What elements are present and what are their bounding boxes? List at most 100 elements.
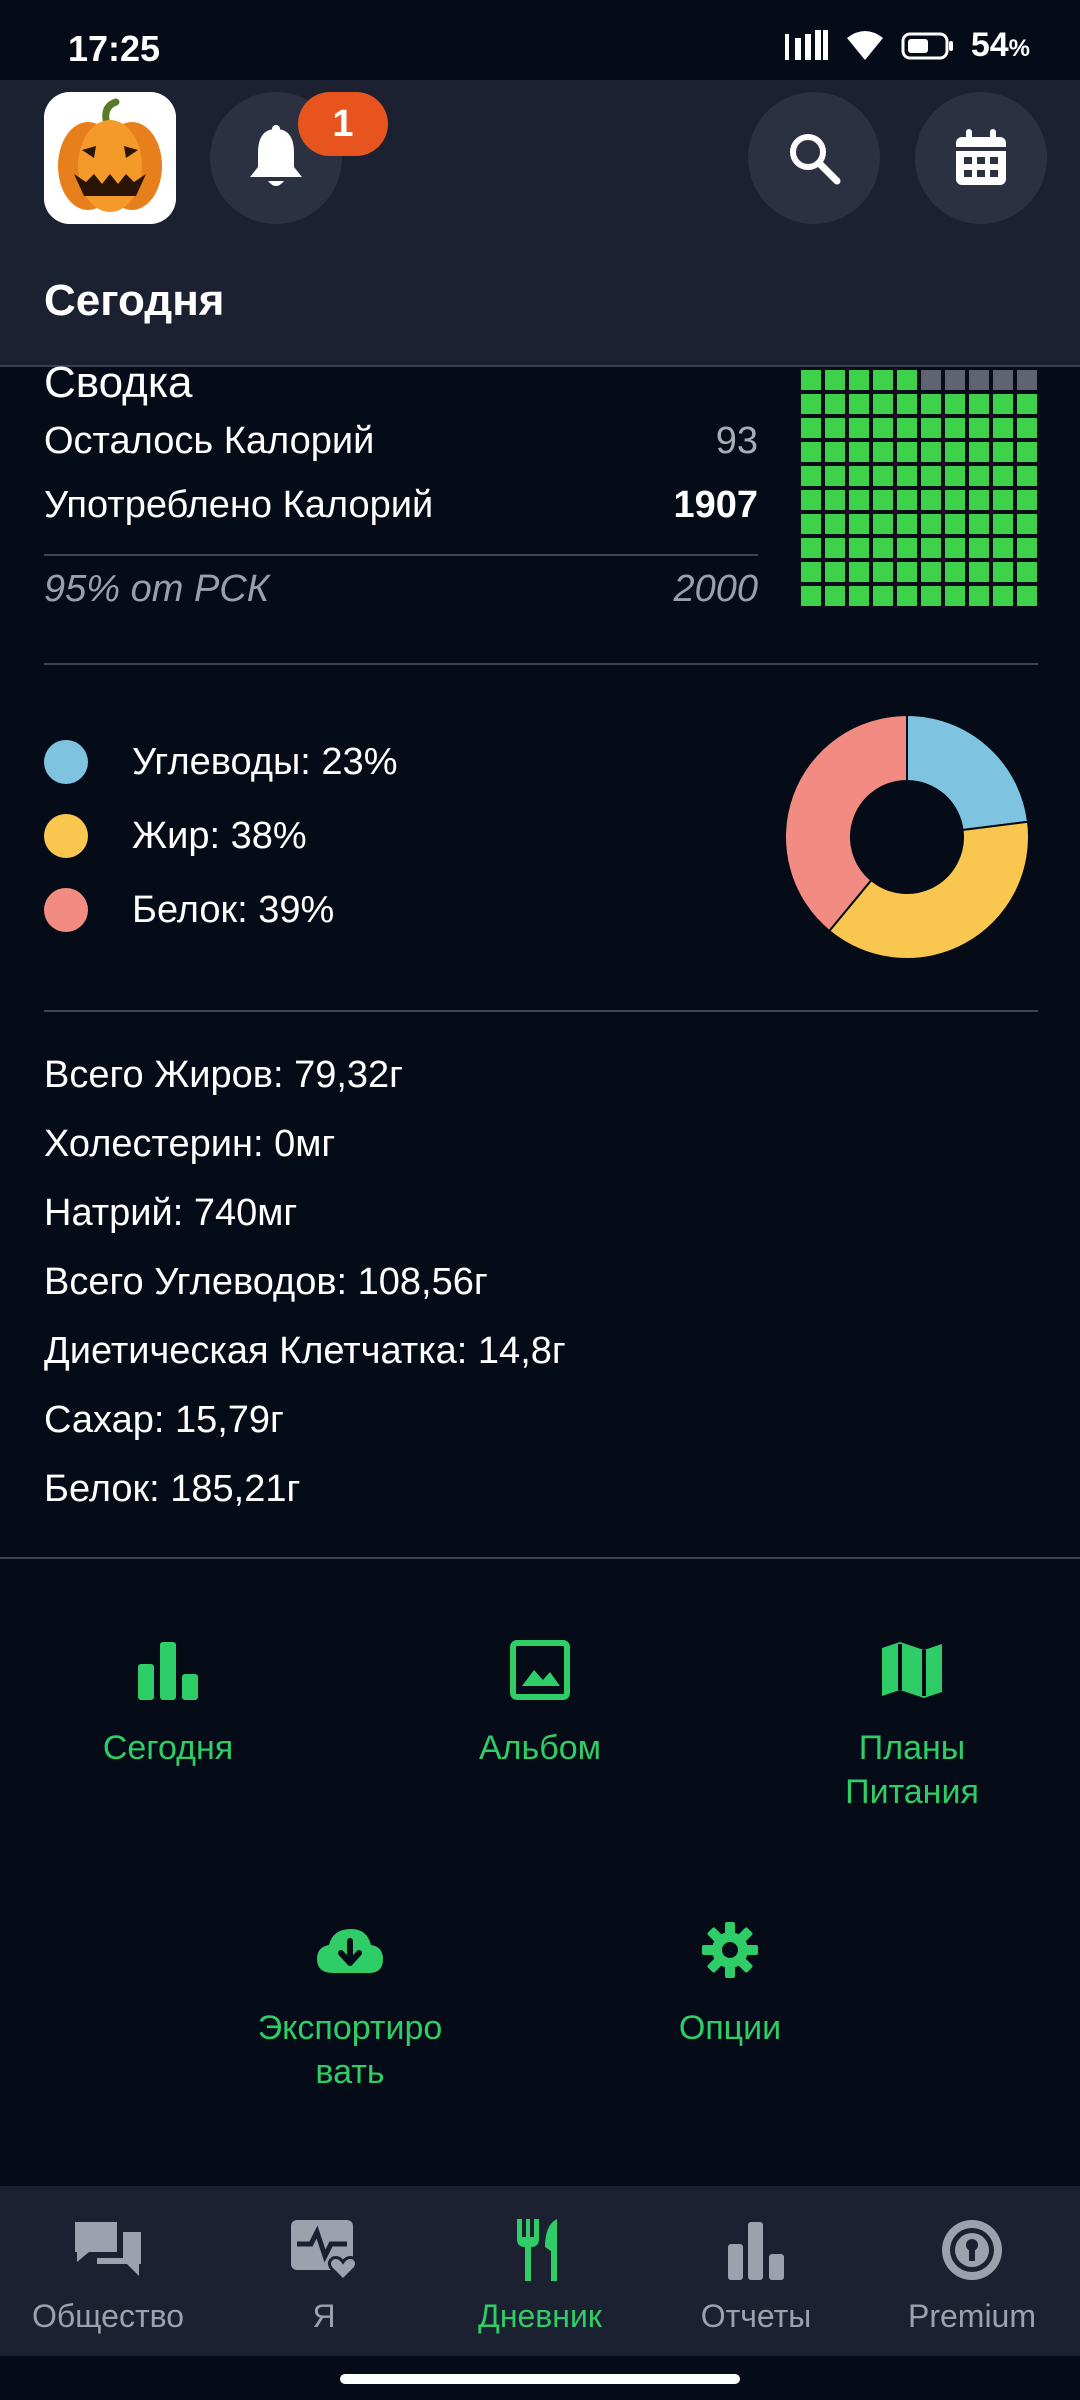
nutrient-sugar: Сахар: 15,79г xyxy=(44,1399,284,1441)
action-today-label: Сегодня xyxy=(102,1729,234,1767)
pumpkin-avatar[interactable] xyxy=(44,92,176,224)
waffle-cell-consumed xyxy=(849,562,869,582)
legend-protein-label: Белок: 39% xyxy=(132,888,335,931)
nav-diary[interactable]: Дневник xyxy=(432,2186,648,2356)
nutrient-sodium: Натрий: 740мг xyxy=(44,1192,298,1234)
gear-icon xyxy=(702,1922,758,1978)
header: 1 Сегодня xyxy=(0,80,1080,367)
waffle-cell-consumed xyxy=(921,442,941,462)
waffle-cell-consumed xyxy=(993,538,1013,558)
waffle-cell-consumed xyxy=(1017,466,1037,486)
waffle-cell-consumed xyxy=(993,586,1013,606)
waffle-cell-consumed xyxy=(897,586,917,606)
protein-dot xyxy=(44,888,88,932)
action-export-button[interactable]: Экспортиро вать xyxy=(230,1910,470,2094)
nav-reports[interactable]: Отчеты xyxy=(648,2186,864,2356)
waffle-cell-consumed xyxy=(993,490,1013,510)
waffle-cell-consumed xyxy=(801,394,821,414)
waffle-cell-consumed xyxy=(921,466,941,486)
cloud-download-icon xyxy=(317,1929,383,1973)
waffle-cell-consumed xyxy=(801,562,821,582)
donut-slice-carbs xyxy=(906,713,1030,832)
waffle-cell-consumed xyxy=(969,466,989,486)
action-album-button[interactable]: Альбом xyxy=(440,1630,640,1770)
divider xyxy=(44,1010,1038,1012)
home-indicator[interactable] xyxy=(340,2374,740,2384)
legend-fat: Жир: 38% xyxy=(44,814,307,858)
waffle-cell-consumed xyxy=(897,538,917,558)
waffle-cell-consumed xyxy=(897,370,917,390)
waffle-cell-consumed xyxy=(945,394,965,414)
status-time: 17:25 xyxy=(68,28,161,69)
waffle-cell-consumed xyxy=(945,562,965,582)
waffle-cell-consumed xyxy=(849,442,869,462)
waffle-cell-consumed xyxy=(993,394,1013,414)
action-export-label: Экспортиро вать xyxy=(257,2009,443,2091)
bar-chart-icon xyxy=(728,2222,784,2280)
action-meal-plans-button[interactable]: Планы Питания xyxy=(792,1630,1032,1814)
consumed-calories-value: 1907 xyxy=(673,484,758,526)
wifi-icon xyxy=(846,30,883,60)
waffle-cell-consumed xyxy=(969,394,989,414)
waffle-cell-consumed xyxy=(825,394,845,414)
summary-divider xyxy=(44,554,758,556)
bar-chart-icon xyxy=(138,1642,198,1700)
search-button[interactable] xyxy=(748,92,880,224)
status-bar: 17:25 54% xyxy=(0,0,1080,80)
waffle-cell-consumed xyxy=(873,490,893,510)
chat-icon xyxy=(75,2222,141,2276)
waffle-cell-consumed xyxy=(969,514,989,534)
action-album-label: Альбом xyxy=(479,1729,601,1767)
waffle-cell-consumed xyxy=(945,538,965,558)
waffle-cell-consumed xyxy=(1017,442,1037,462)
remaining-calories-label: Осталось Калорий xyxy=(44,420,375,462)
waffle-cell-consumed xyxy=(825,538,845,558)
waffle-cell-consumed xyxy=(801,514,821,534)
waffle-cell-consumed xyxy=(897,442,917,462)
waffle-cell-consumed xyxy=(897,490,917,510)
waffle-cell-consumed xyxy=(825,562,845,582)
waffle-cell-consumed xyxy=(897,466,917,486)
notification-badge: 1 xyxy=(298,92,388,156)
fat-dot xyxy=(44,814,88,858)
waffle-cell-consumed xyxy=(801,418,821,438)
battery-icon xyxy=(901,32,953,59)
waffle-cell-consumed xyxy=(1017,490,1037,510)
image-icon xyxy=(510,1640,570,1700)
legend-carbs: Углеводы: 23% xyxy=(44,740,397,784)
bottom-nav: Общество Я Дневник Отчеты Premium xyxy=(0,2186,1080,2356)
action-options-button[interactable]: Опции xyxy=(630,1910,830,2050)
consumed-calories-label: Употреблено Калорий xyxy=(44,484,434,526)
action-options-label: Опции xyxy=(678,2009,782,2047)
waffle-cell-consumed xyxy=(969,442,989,462)
legend-fat-label: Жир: 38% xyxy=(132,814,307,857)
waffle-cell-consumed xyxy=(801,370,821,390)
calendar-icon xyxy=(956,129,1006,185)
legend-protein: Белок: 39% xyxy=(44,888,334,932)
consumed-calories-row: Употреблено Калорий 1907 xyxy=(44,484,758,527)
nav-me[interactable]: Я xyxy=(216,2186,432,2356)
waffle-cell-consumed xyxy=(825,466,845,486)
action-today-button[interactable]: Сегодня xyxy=(68,1630,268,1770)
waffle-cell-consumed xyxy=(897,418,917,438)
fork-knife-icon xyxy=(517,2219,557,2281)
waffle-cell-consumed xyxy=(993,562,1013,582)
map-icon xyxy=(882,1642,942,1698)
nutrient-fiber: Диетическая Клетчатка: 14,8г xyxy=(44,1330,566,1372)
waffle-cell-consumed xyxy=(873,562,893,582)
status-icons: 54% xyxy=(783,26,1030,65)
carbs-dot xyxy=(44,740,88,784)
nav-community[interactable]: Общество xyxy=(0,2186,216,2356)
waffle-cell-consumed xyxy=(1017,514,1037,534)
battery-level: 54% xyxy=(970,26,1030,64)
calendar-button[interactable] xyxy=(915,92,1047,224)
nav-premium[interactable]: Premium xyxy=(864,2186,1080,2356)
waffle-cell-consumed xyxy=(849,466,869,486)
nav-reports-label: Отчеты xyxy=(700,2298,812,2334)
waffle-cell-consumed xyxy=(969,538,989,558)
waffle-cell-consumed xyxy=(921,418,941,438)
waffle-cell-consumed xyxy=(993,418,1013,438)
waffle-cell-consumed xyxy=(849,538,869,558)
waffle-cell-remaining xyxy=(921,370,941,390)
pumpkin-icon xyxy=(44,92,176,224)
